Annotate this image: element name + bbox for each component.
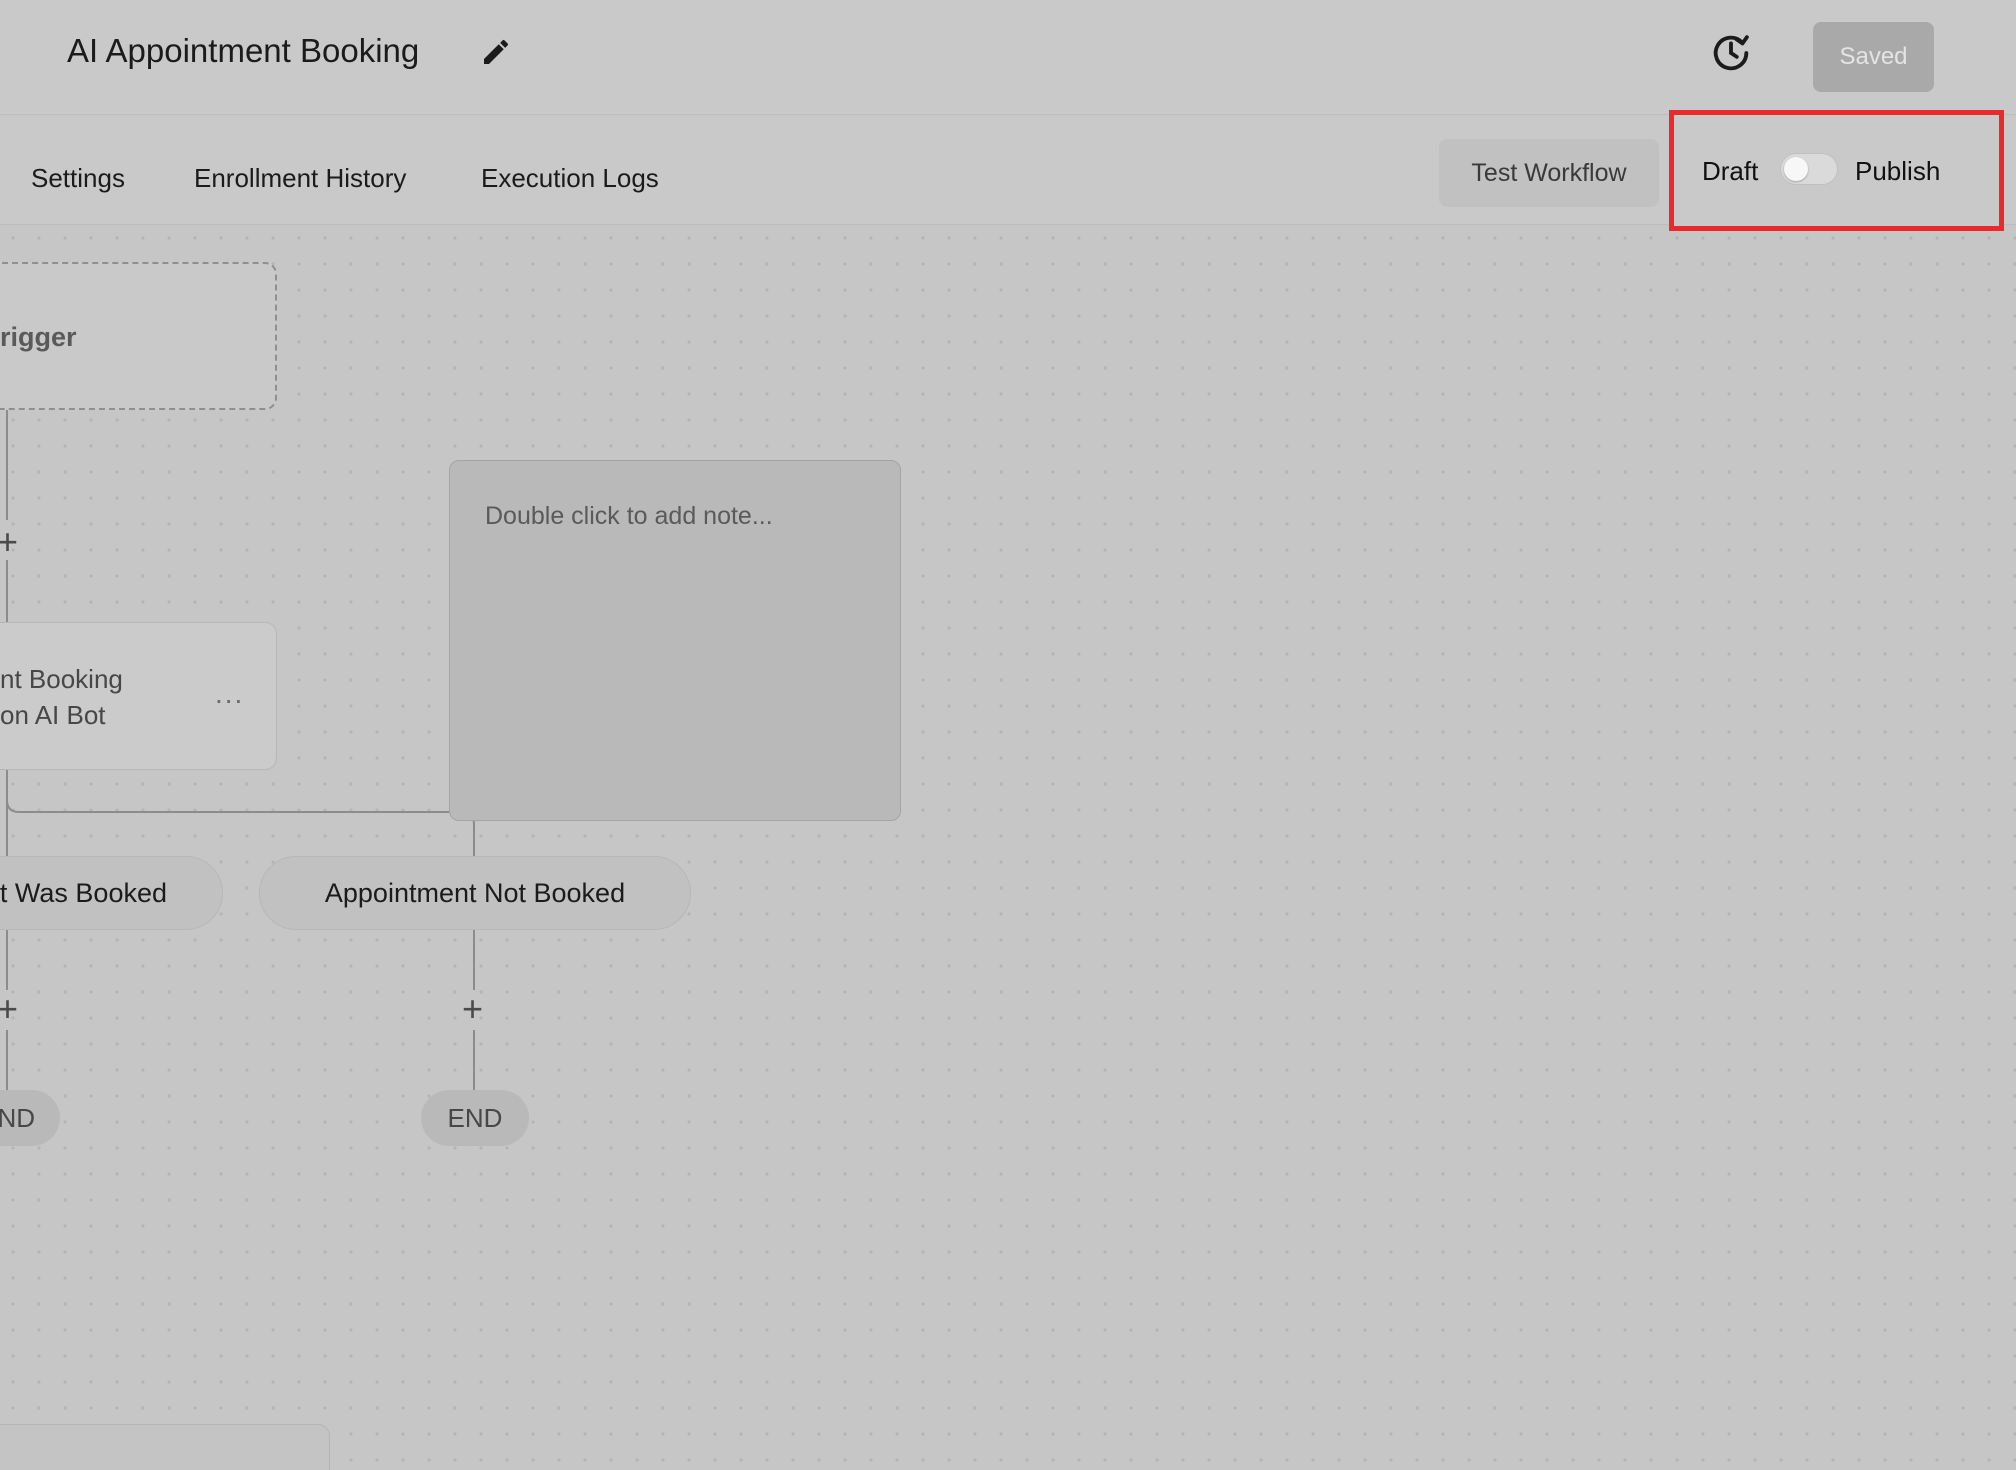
test-workflow-button[interactable]: Test Workflow — [1439, 139, 1659, 207]
tab-enrollment-history[interactable]: Enrollment History — [194, 163, 406, 194]
draft-label: Draft — [1702, 156, 1759, 186]
branch-booked[interactable]: t Was Booked — [0, 856, 223, 930]
tab-execution-logs[interactable]: Execution Logs — [481, 163, 659, 194]
end-node: ND — [0, 1090, 60, 1146]
publish-label: Publish — [1855, 156, 1941, 186]
publish-toggle[interactable] — [1780, 153, 1838, 185]
action-node-subtitle: on AI Bot — [0, 700, 106, 730]
saved-button[interactable]: Saved — [1813, 22, 1934, 92]
trigger-node-label: rigger — [0, 322, 77, 352]
tab-settings[interactable]: Settings — [31, 163, 125, 194]
add-step-plus-icon[interactable]: + — [0, 991, 18, 1027]
branch-not-booked[interactable]: Appointment Not Booked — [259, 856, 691, 930]
add-step-plus-icon[interactable]: + — [0, 524, 18, 560]
more-options-icon[interactable]: ... — [215, 678, 244, 710]
note-placeholder: Double click to add note... — [485, 502, 773, 530]
workflow-title: AI Appointment Booking — [67, 32, 420, 69]
top-bar: AI Appointment Booking Saved — [0, 0, 2016, 115]
canvas-node-partial[interactable] — [0, 1424, 330, 1470]
pencil-edit-icon[interactable] — [480, 36, 512, 68]
end-node: END — [421, 1090, 529, 1146]
add-step-plus-icon[interactable]: + — [462, 991, 483, 1027]
action-node-title: nt Booking — [0, 664, 123, 694]
version-history-icon[interactable] — [1708, 30, 1754, 76]
toggle-knob — [1784, 157, 1808, 181]
